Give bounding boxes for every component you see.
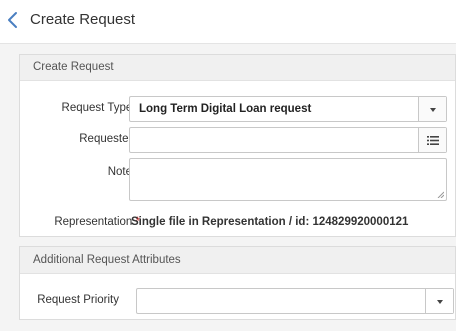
list-icon	[427, 136, 439, 145]
note-textarea[interactable]	[129, 158, 447, 201]
panel-title: Additional Request Attributes	[33, 254, 181, 266]
page-header: Create Request	[0, 0, 456, 44]
additional-attributes-panel: Additional Request Attributes Request Pr…	[19, 246, 456, 320]
caret-down-icon	[430, 108, 436, 112]
request-type-value: Long Term Digital Loan request	[139, 103, 312, 115]
resize-handle-icon[interactable]	[437, 191, 444, 198]
requester-input[interactable]	[129, 127, 447, 153]
panel-title: Create Request	[33, 61, 114, 73]
request-priority-label: Request Priority	[37, 294, 119, 306]
back-chevron-icon[interactable]	[6, 10, 20, 30]
request-priority-dropdown-button[interactable]	[425, 289, 453, 313]
caret-down-icon	[437, 300, 443, 304]
request-type-dropdown-button[interactable]	[418, 97, 446, 121]
create-request-panel: Create Request Request Type * Long Term …	[19, 54, 456, 237]
requester-lookup-button[interactable]	[418, 128, 446, 152]
representation-label: Representation *	[54, 216, 140, 228]
representation-value: Single file in Representation / id: 1248…	[131, 216, 409, 228]
request-priority-select[interactable]	[136, 288, 454, 314]
request-type-select[interactable]: Long Term Digital Loan request	[129, 96, 447, 122]
panel-header: Additional Request Attributes	[20, 247, 455, 274]
page-title: Create Request	[30, 11, 136, 28]
panel-header: Create Request	[20, 55, 455, 81]
